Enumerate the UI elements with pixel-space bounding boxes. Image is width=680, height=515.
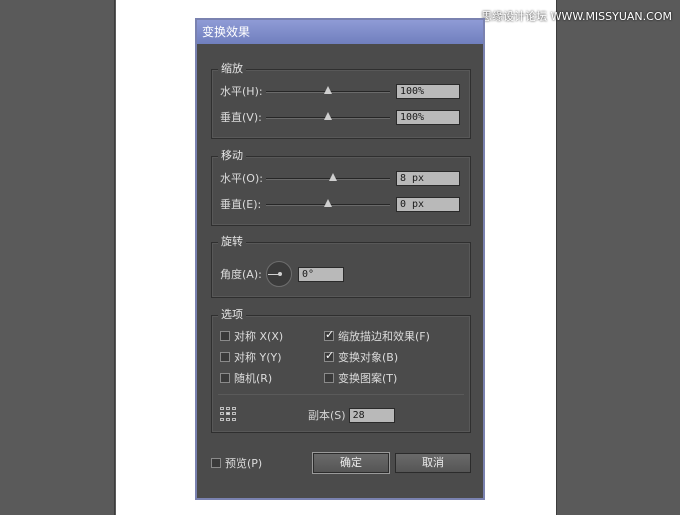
checkbox-box[interactable] [220,373,230,383]
copies-label: 副本(S) [308,409,346,422]
canvas-right-pasteboard [556,0,680,515]
angle-dial[interactable] [266,261,292,287]
move-horizontal-row: 水平(O): 8 px [220,169,460,187]
transform-objects-label: 变换对象(B) [338,351,399,364]
angle-dial-pivot [278,272,282,276]
scale-horizontal-row: 水平(H): 100% [220,82,460,100]
move-group-title: 移动 [218,149,246,163]
checkbox-box[interactable] [324,328,334,341]
options-group-title: 选项 [218,308,246,322]
cancel-button[interactable]: 取消 [395,453,471,473]
scale-vertical-row: 垂直(V): 100% [220,108,460,126]
checkbox-box[interactable] [220,331,230,341]
move-vertical-label: 垂直(E): [220,198,262,211]
reference-point-cell[interactable] [232,412,236,416]
checkbox-box[interactable] [324,349,334,362]
move-vertical-input[interactable]: 0 px [396,196,460,212]
reference-point-cell[interactable] [232,407,236,410]
move-horizontal-input[interactable]: 8 px [396,170,460,186]
reflect-x-label: 对称 X(X) [234,330,284,343]
scale-horizontal-input[interactable]: 100% [396,83,460,99]
scale-strokes-label: 缩放描边和效果(F) [338,330,430,343]
preview-checkbox[interactable]: 预览(P) [211,455,262,471]
preview-label: 预览(P) [225,457,263,470]
reference-point-cell[interactable] [220,407,224,410]
slider-thumb[interactable] [328,173,337,181]
rotate-angle-input[interactable]: 0° [298,266,344,282]
watermark: 思缘设计论坛 WWW.MISSYUAN.COM [481,10,672,23]
reference-point-cell[interactable] [220,412,224,416]
reference-point-cell[interactable] [220,417,224,421]
move-horizontal-label: 水平(O): [220,172,263,185]
transform-objects-checkbox[interactable]: 变换对象(B) [324,349,398,365]
reference-point-icon[interactable] [220,407,236,421]
reference-point-cell[interactable] [226,417,230,421]
scale-vertical-slider[interactable] [266,111,390,123]
move-vertical-row: 垂直(E): 0 px [220,195,460,213]
copies-input[interactable]: 28 [348,407,395,423]
scale-group: 缩放 水平(H): 100% 垂直(V): 100% [211,62,471,139]
random-checkbox[interactable]: 随机(R) [220,370,272,386]
transform-patterns-label: 变换图案(T) [338,372,398,385]
reflect-y-checkbox[interactable]: 对称 Y(Y) [220,349,282,365]
reference-point-cell-selected[interactable] [226,412,230,416]
scale-horizontal-slider[interactable] [266,85,390,97]
move-vertical-slider[interactable] [266,198,390,210]
rotate-angle-row: 角度(A): 0° [220,260,344,288]
dialog-title: 变换效果 [197,20,483,44]
canvas-left-pasteboard [0,0,115,515]
move-horizontal-slider[interactable] [266,172,390,184]
rotate-group: 旋转 角度(A): 0° [211,235,471,298]
checkbox-box[interactable] [220,352,230,362]
slider-thumb[interactable] [324,112,332,120]
transform-effect-dialog: 变换效果 缩放 水平(H): 100% 垂直(V): 100% 移动 水平(O)… [195,18,485,500]
rotate-group-title: 旋转 [218,235,246,249]
scale-horizontal-label: 水平(H): [220,85,263,98]
copies-row: 副本(S) 28 [308,406,395,424]
reflect-y-label: 对称 Y(Y) [234,351,282,364]
options-divider [218,394,464,395]
slider-thumb[interactable] [324,86,332,94]
rotate-angle-label: 角度(A): [220,268,262,281]
scale-group-title: 缩放 [218,62,246,76]
scale-vertical-label: 垂直(V): [220,111,262,124]
options-group: 选项 对称 X(X) 对称 Y(Y) 随机(R) 缩放描边和效果(F) 变换对象… [211,308,471,433]
random-label: 随机(R) [234,372,273,385]
reference-point-cell[interactable] [232,417,236,421]
checkbox-box[interactable] [211,458,221,468]
move-group: 移动 水平(O): 8 px 垂直(E): 0 px [211,149,471,226]
transform-patterns-checkbox[interactable]: 变换图案(T) [324,370,397,386]
scale-strokes-checkbox[interactable]: 缩放描边和效果(F) [324,328,430,344]
scale-vertical-input[interactable]: 100% [396,109,460,125]
ok-button[interactable]: 确定 [313,453,389,473]
checkbox-box[interactable] [324,373,334,383]
reflect-x-checkbox[interactable]: 对称 X(X) [220,328,283,344]
slider-thumb[interactable] [324,199,332,207]
reference-point-cell[interactable] [226,407,230,410]
